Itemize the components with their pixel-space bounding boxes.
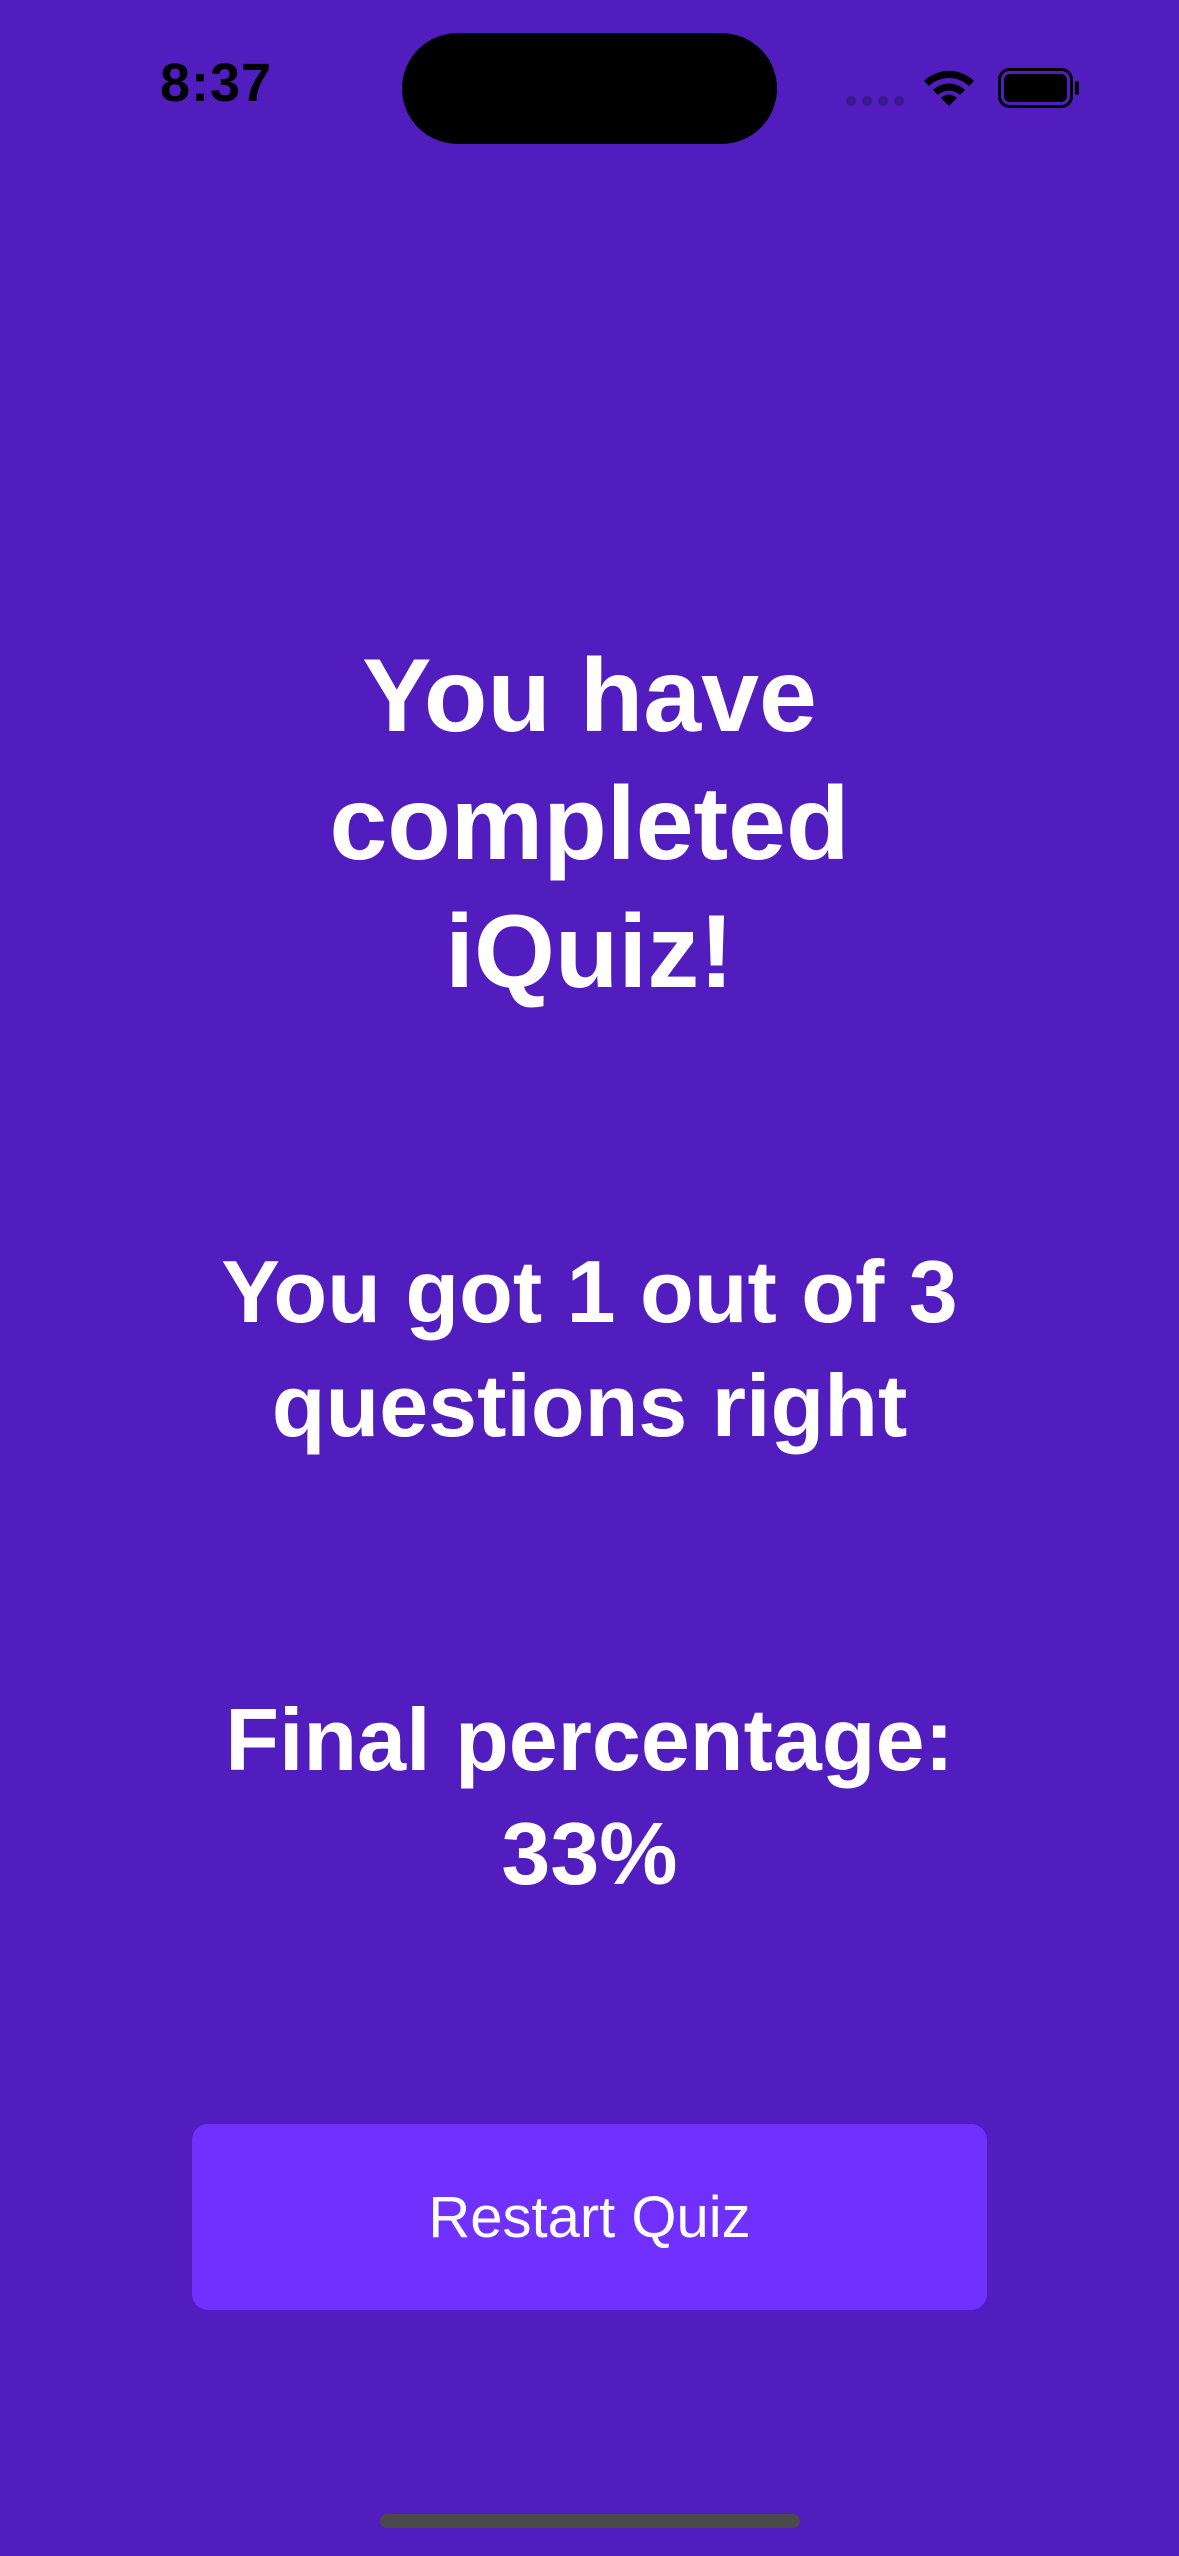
completion-heading: You have completed iQuiz! — [140, 632, 1039, 1016]
final-percentage-value: 33% — [501, 1804, 678, 1903]
completion-line-1: You have — [362, 638, 817, 754]
dynamic-island — [402, 33, 777, 144]
completion-line-3: iQuiz! — [445, 894, 734, 1010]
final-percentage-label: Final percentage: — [225, 1690, 954, 1789]
restart-quiz-button[interactable]: Restart Quiz — [192, 2124, 987, 2310]
home-indicator[interactable] — [380, 2514, 800, 2528]
wifi-icon — [924, 70, 974, 106]
status-bar: 8:37 — [0, 0, 1179, 150]
battery-icon — [998, 68, 1079, 108]
completion-line-2: completed — [329, 766, 850, 882]
status-time: 8:37 — [160, 53, 273, 113]
final-percentage: Final percentage: 33% — [140, 1683, 1039, 1911]
cellular-signal-icon — [846, 96, 904, 106]
restart-quiz-label: Restart Quiz — [428, 2184, 751, 2250]
score-summary: You got 1 out of 3 questions right — [221, 1242, 958, 1455]
